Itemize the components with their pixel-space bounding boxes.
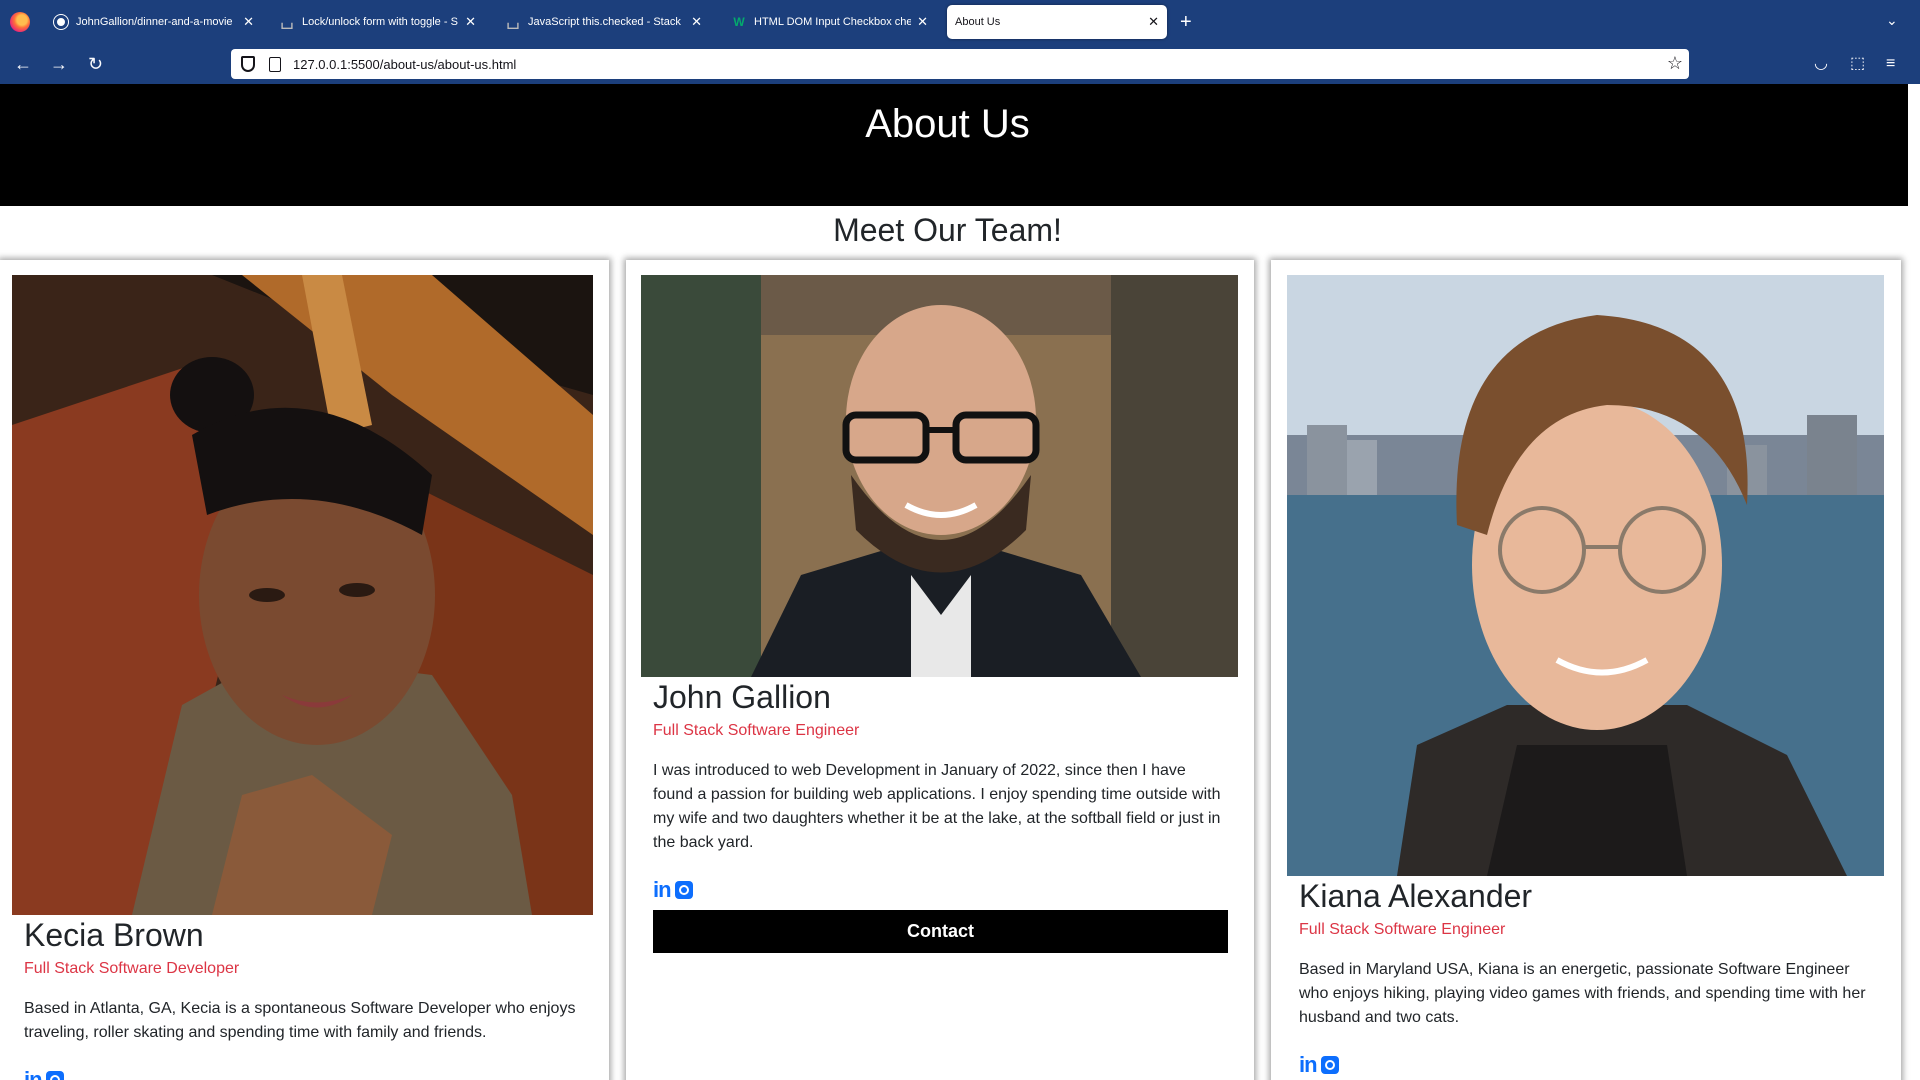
hero-banner: About Us xyxy=(0,84,1908,206)
page-title: About Us xyxy=(865,102,1030,146)
profile-photo-kiana xyxy=(1287,275,1884,876)
social-links: in xyxy=(1299,1054,1339,1076)
url-text[interactable]: 127.0.0.1:5500/about-us/about-us.html xyxy=(293,57,516,72)
contact-button[interactable]: Contact xyxy=(653,910,1228,953)
linkedin-icon[interactable]: in xyxy=(24,1069,43,1080)
social-links: in xyxy=(653,879,693,901)
profile-photo xyxy=(12,275,593,915)
browser-tab-github[interactable]: JohnGallion/dinner-and-a-movie ✕ xyxy=(46,5,262,39)
tab-title: HTML DOM Input Checkbox che xyxy=(754,16,912,28)
tab-title: Lock/unlock form with toggle - S xyxy=(302,16,458,28)
profile-photo xyxy=(1287,275,1884,876)
close-icon[interactable]: ✕ xyxy=(691,14,702,30)
forward-arrow-icon[interactable]: → xyxy=(50,53,68,75)
chevron-down-icon[interactable]: ⌄ xyxy=(1886,12,1898,29)
new-tab-button[interactable]: + xyxy=(1180,10,1192,34)
team-card-john: John Gallion Full Stack Software Enginee… xyxy=(626,260,1254,1080)
profile-photo xyxy=(641,275,1238,677)
extensions-icon[interactable]: ⬚ xyxy=(1850,54,1865,74)
shield-icon[interactable] xyxy=(241,56,255,72)
member-name: Kecia Brown xyxy=(24,917,204,953)
browser-tab-about-us[interactable]: About Us ✕ xyxy=(947,5,1167,39)
github-icon[interactable] xyxy=(45,1071,64,1080)
github-icon[interactable] xyxy=(674,881,693,899)
tab-title: About Us xyxy=(955,16,1001,28)
member-bio: Based in Atlanta, GA, Kecia is a spontan… xyxy=(24,1000,576,1041)
close-icon[interactable]: ✕ xyxy=(465,14,476,30)
linkedin-icon[interactable]: in xyxy=(1299,1054,1318,1076)
member-role: Full Stack Software Engineer xyxy=(1299,921,1506,938)
stackoverflow-icon xyxy=(281,22,293,29)
github-icon xyxy=(53,14,69,30)
browser-tab-stackoverflow-1[interactable]: Lock/unlock form with toggle - S ✕ xyxy=(272,5,484,39)
pocket-icon[interactable]: ◡ xyxy=(1814,54,1828,74)
menu-icon[interactable]: ≡ xyxy=(1886,54,1895,74)
bookmark-star-icon[interactable]: ☆ xyxy=(1667,53,1683,73)
member-name: Kiana Alexander xyxy=(1299,878,1533,914)
reload-icon[interactable]: ↻ xyxy=(88,53,103,75)
member-role: Full Stack Software Engineer xyxy=(653,722,860,739)
profile-photo-john xyxy=(641,275,1238,677)
address-bar[interactable]: 127.0.0.1:5500/about-us/about-us.html ☆ xyxy=(231,49,1689,79)
linkedin-icon[interactable]: in xyxy=(653,879,672,901)
back-arrow-icon[interactable]: ← xyxy=(14,53,32,75)
member-role: Full Stack Software Developer xyxy=(24,960,240,977)
page-icon[interactable] xyxy=(269,56,281,72)
browser-nav-bar: ← → ↻ 127.0.0.1:5500/about-us/about-us.h… xyxy=(0,44,1920,84)
team-card-kiana: Kiana Alexander Full Stack Software Engi… xyxy=(1271,260,1901,1080)
close-icon[interactable]: ✕ xyxy=(243,14,254,30)
w3schools-icon: W xyxy=(733,15,745,29)
firefox-icon[interactable] xyxy=(10,12,30,32)
page-viewport: About Us Meet Our Team! Kecia Brown Full… xyxy=(0,84,1920,1080)
member-bio: I was introduced to web Development in J… xyxy=(653,762,1221,851)
github-icon[interactable] xyxy=(1320,1056,1339,1074)
browser-tab-stackoverflow-2[interactable]: JavaScript this.checked - Stack ✕ xyxy=(498,5,710,39)
profile-photo-kecia xyxy=(12,275,593,915)
browser-tab-bar: JohnGallion/dinner-and-a-movie ✕ Lock/un… xyxy=(0,0,1920,44)
section-heading: Meet Our Team! xyxy=(833,212,1062,248)
close-icon[interactable]: ✕ xyxy=(917,14,928,30)
member-bio: Based in Maryland USA, Kiana is an energ… xyxy=(1299,961,1866,1026)
tab-title: JavaScript this.checked - Stack xyxy=(528,16,681,28)
stackoverflow-icon xyxy=(507,22,519,29)
team-card-kecia: Kecia Brown Full Stack Software Develope… xyxy=(0,260,609,1080)
close-icon[interactable]: ✕ xyxy=(1148,14,1159,30)
social-links: in xyxy=(24,1069,64,1080)
member-name: John Gallion xyxy=(653,679,831,715)
tab-title: JohnGallion/dinner-and-a-movie xyxy=(76,16,233,28)
browser-tab-w3schools[interactable]: W HTML DOM Input Checkbox che ✕ xyxy=(724,5,936,39)
